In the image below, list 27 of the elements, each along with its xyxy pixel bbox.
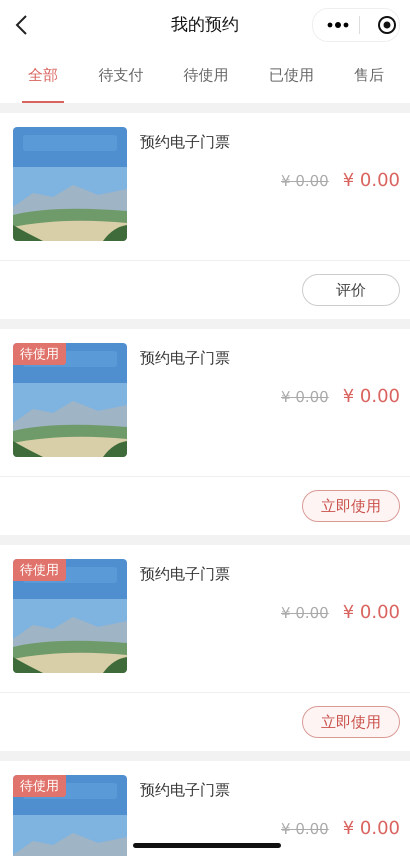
use-button[interactable]: 立即使用 xyxy=(302,490,400,522)
ticket-name: 预约电子门票 xyxy=(140,565,231,584)
original-price: ¥ 0.00 xyxy=(281,172,329,190)
price: ¥ 0.00 xyxy=(342,170,400,191)
status-badge: 待使用 xyxy=(13,559,66,581)
original-price: ¥ 0.00 xyxy=(281,820,329,838)
page-title: 我的预约 xyxy=(171,14,239,36)
price: ¥ 0.00 xyxy=(342,602,400,623)
more-icon[interactable] xyxy=(327,22,349,28)
tab[interactable]: 已使用 xyxy=(262,48,320,103)
tab[interactable]: 待使用 xyxy=(178,48,234,103)
status-badge: 待使用 xyxy=(13,343,66,365)
original-price: ¥ 0.00 xyxy=(281,388,329,406)
ticket-name: 预约电子门票 xyxy=(140,133,231,152)
review-button[interactable]: 评价 xyxy=(302,274,400,306)
ticket-name: 预约电子门票 xyxy=(140,349,231,368)
tab[interactable]: 售后 xyxy=(348,48,390,103)
use-button[interactable]: 立即使用 xyxy=(302,706,400,738)
tab[interactable]: 全部 xyxy=(22,48,64,103)
ticket-name: 预约电子门票 xyxy=(140,781,231,800)
close-icon[interactable] xyxy=(377,15,397,35)
back-icon[interactable] xyxy=(14,14,28,36)
status-badge: 待使用 xyxy=(13,775,66,797)
price: ¥ 0.00 xyxy=(342,818,400,839)
original-price: ¥ 0.00 xyxy=(281,604,329,622)
price: ¥ 0.00 xyxy=(342,386,400,407)
tab[interactable]: 待支付 xyxy=(92,48,150,103)
